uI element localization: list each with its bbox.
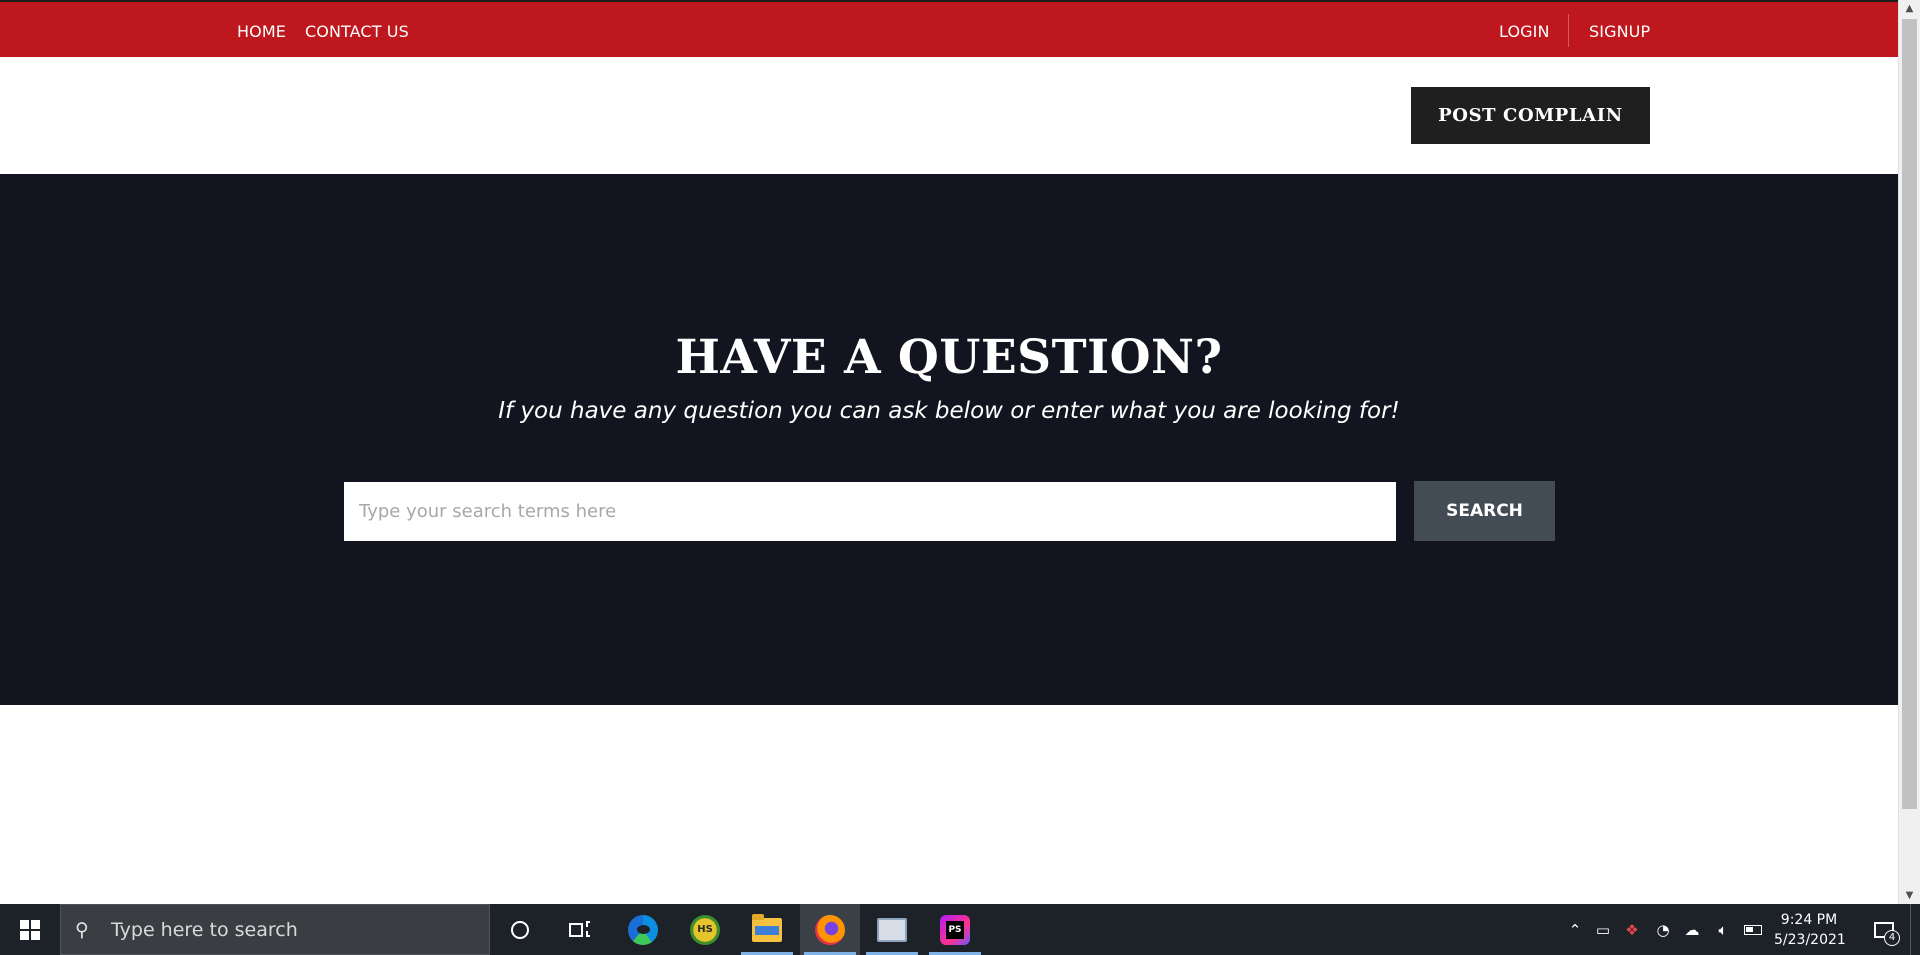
hs-icon: HS bbox=[690, 914, 720, 945]
task-view-button[interactable] bbox=[550, 904, 610, 955]
vertical-scrollbar[interactable]: ▲ ▼ bbox=[1898, 0, 1920, 904]
meet-now-icon[interactable]: ▭ bbox=[1592, 904, 1614, 955]
scroll-down-icon[interactable]: ▼ bbox=[1899, 887, 1920, 904]
windows-logo-icon bbox=[20, 919, 40, 940]
hero-section: HAVE A QUESTION? If you have any questio… bbox=[0, 174, 1898, 705]
taskbar-search-placeholder: Type here to search bbox=[111, 918, 298, 941]
action-center-button[interactable]: 4 bbox=[1866, 904, 1902, 955]
firefox-button[interactable] bbox=[800, 904, 860, 955]
cortana-icon bbox=[511, 920, 529, 939]
hero-subtitle: If you have any question you can ask bel… bbox=[498, 398, 1400, 424]
header-band: POST COMPLAIN bbox=[0, 57, 1898, 174]
clock-time: 9:24 PM bbox=[1780, 912, 1838, 928]
start-button[interactable] bbox=[0, 904, 60, 955]
scroll-up-icon[interactable]: ▲ bbox=[1899, 0, 1920, 17]
system-clock[interactable]: 9:24 PM 5/23/2021 bbox=[1774, 910, 1846, 950]
post-complain-button[interactable]: POST COMPLAIN bbox=[1411, 87, 1650, 144]
cortana-button[interactable] bbox=[490, 904, 550, 955]
hero-title: HAVE A QUESTION? bbox=[675, 330, 1223, 385]
taskbar-search-box[interactable]: ⚲ Type here to search bbox=[60, 904, 490, 955]
remote-desktop-icon bbox=[877, 917, 907, 942]
file-explorer-icon bbox=[752, 913, 782, 942]
top-navigation-bar: HOME CONTACT US LOGIN SIGNUP bbox=[0, 0, 1898, 57]
onedrive-cloud-icon[interactable]: ☁ bbox=[1680, 904, 1704, 955]
phpstorm-icon: PS bbox=[940, 914, 970, 945]
remote-desktop-button[interactable] bbox=[862, 904, 922, 955]
nav-link-signup[interactable]: SIGNUP bbox=[1589, 22, 1650, 41]
search-input[interactable] bbox=[344, 482, 1396, 541]
clock-date: 5/23/2021 bbox=[1774, 932, 1846, 948]
phpstorm-button[interactable]: PS bbox=[925, 904, 985, 955]
edge-button[interactable] bbox=[613, 904, 673, 955]
edge-icon bbox=[628, 914, 658, 945]
wifi-icon[interactable]: ◔ bbox=[1652, 904, 1674, 955]
search-icon: ⚲ bbox=[75, 918, 89, 941]
notification-count-badge: 4 bbox=[1884, 930, 1900, 946]
nav-divider bbox=[1568, 14, 1569, 47]
volume-icon[interactable]: 🔈︎ bbox=[1712, 904, 1734, 955]
scrollbar-thumb[interactable] bbox=[1902, 19, 1917, 809]
hs-app-button[interactable]: HS bbox=[675, 904, 735, 955]
show-desktop-button[interactable] bbox=[1910, 904, 1920, 955]
battery-icon bbox=[1744, 924, 1762, 935]
nav-link-contact-us[interactable]: CONTACT US bbox=[305, 22, 409, 41]
task-view-icon bbox=[569, 920, 591, 939]
firefox-icon bbox=[815, 914, 845, 945]
battery-icon-button[interactable] bbox=[1742, 904, 1764, 955]
file-explorer-button[interactable] bbox=[737, 904, 797, 955]
nav-link-login[interactable]: LOGIN bbox=[1499, 22, 1550, 41]
dropbox-icon[interactable]: ❖ bbox=[1620, 904, 1644, 955]
browser-viewport: HOME CONTACT US LOGIN SIGNUP POST COMPLA… bbox=[0, 0, 1898, 904]
search-button[interactable]: SEARCH bbox=[1414, 481, 1555, 541]
show-hidden-icons-chevron-icon[interactable]: ⌃ bbox=[1563, 904, 1587, 955]
windows-taskbar: ⚲ Type here to search HS PS ⌃ ▭ ❖ ◔ ☁ 🔈︎ bbox=[0, 904, 1920, 955]
phpstorm-label: PS bbox=[946, 920, 964, 939]
nav-link-home[interactable]: HOME bbox=[237, 22, 286, 41]
